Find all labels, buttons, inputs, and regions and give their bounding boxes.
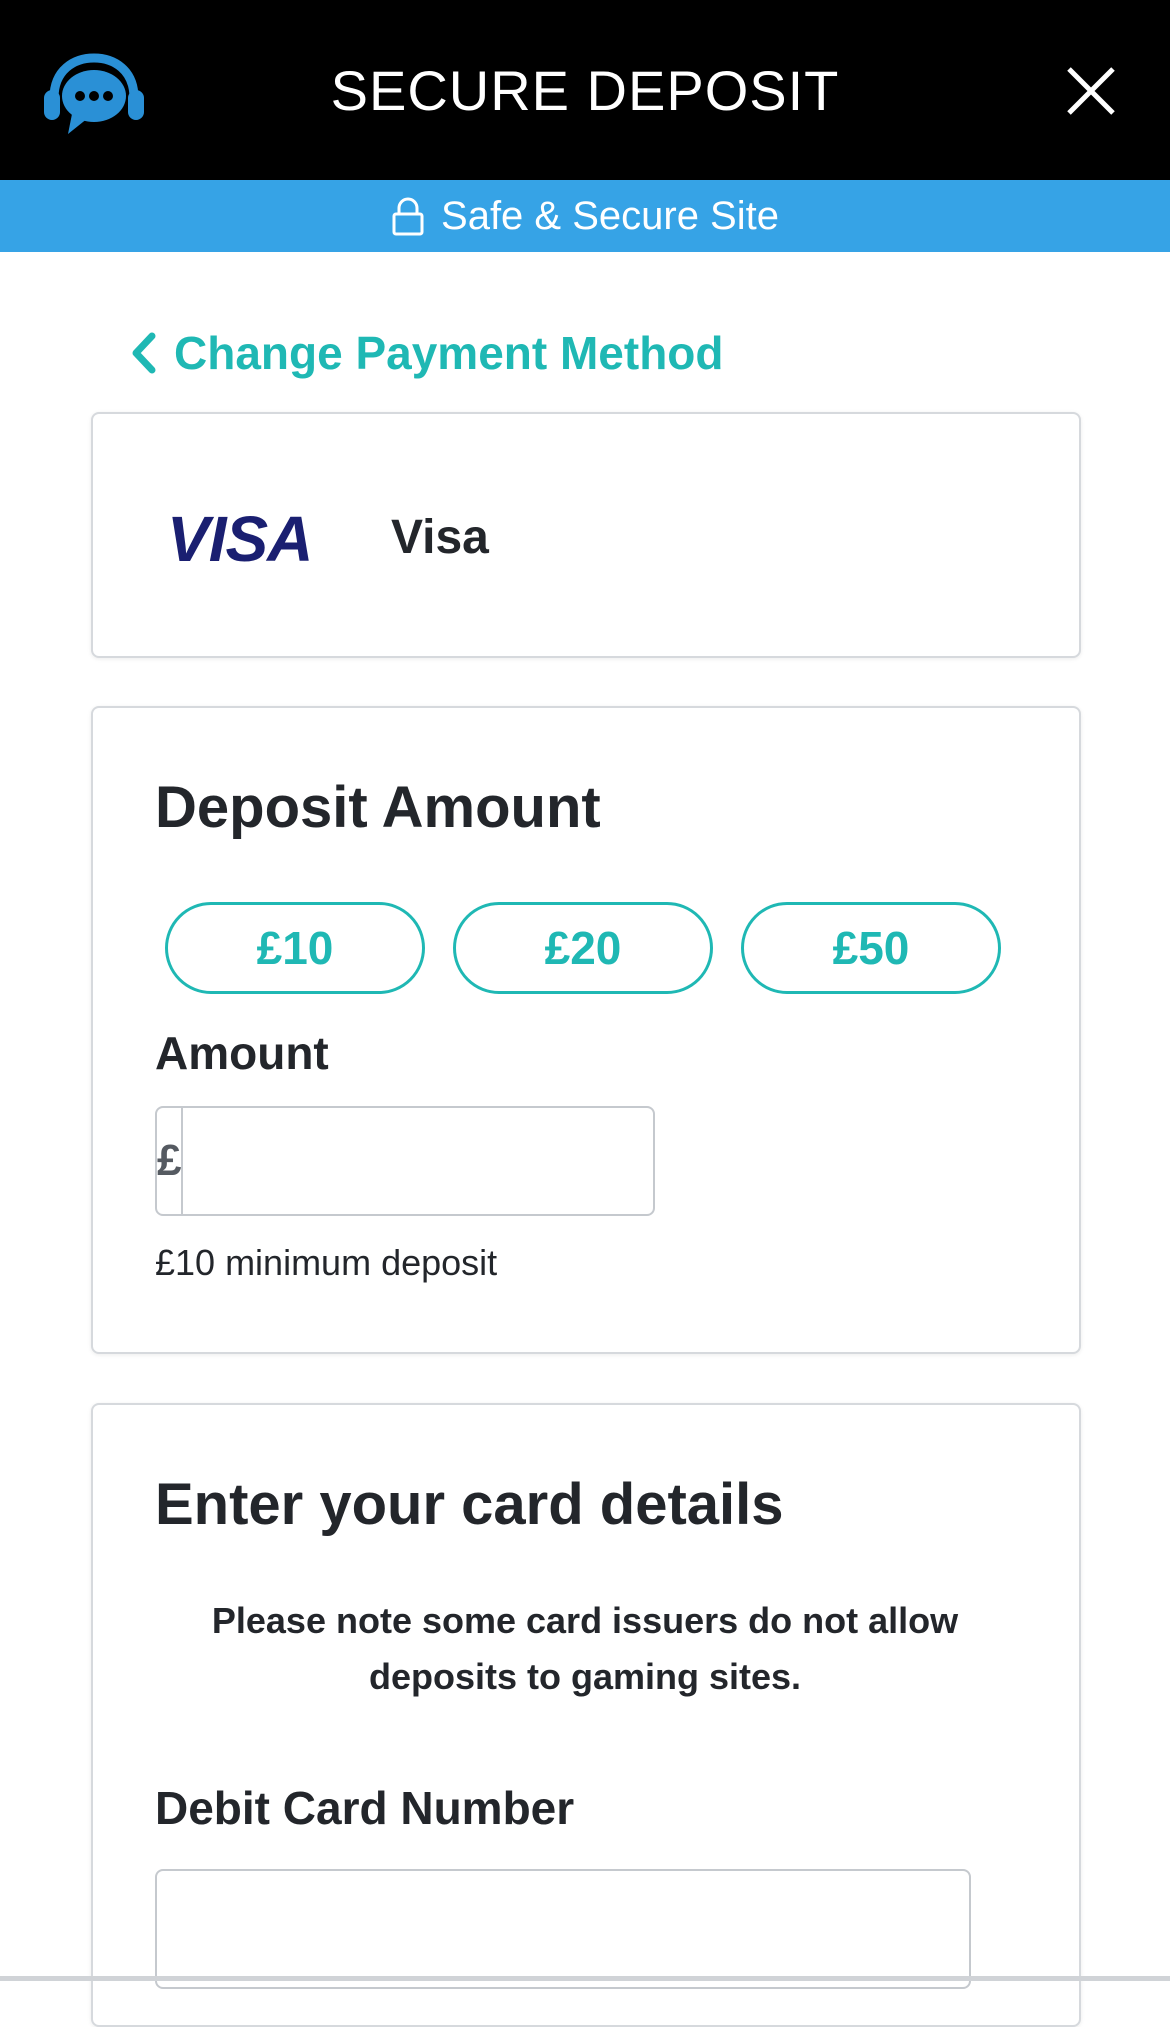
- header-bar: SECURE DEPOSIT: [0, 0, 1170, 180]
- amount-input[interactable]: [183, 1108, 765, 1214]
- amount-label: Amount: [155, 1027, 329, 1079]
- secure-site-text: Safe & Secure Site: [441, 193, 779, 238]
- change-payment-method-label: Change Payment Method: [174, 327, 724, 379]
- card-issuer-note: Please note some card issuers do not all…: [211, 1600, 959, 1697]
- quick-amount-20-button[interactable]: £20: [453, 902, 713, 994]
- currency-prefix: £: [157, 1108, 184, 1214]
- page-title: SECURE DEPOSIT: [330, 59, 840, 122]
- deposit-amount-card: Deposit Amount £10 £20 £50 Amount £ £10 …: [91, 706, 1081, 1354]
- visa-logo: VISA: [167, 503, 313, 575]
- bottom-divider: [0, 1976, 1170, 1981]
- minimum-deposit-hint: £10 minimum deposit: [155, 1242, 498, 1283]
- lock-icon: [392, 197, 424, 236]
- card-details-heading: Enter your card details: [155, 1472, 784, 1537]
- quick-amount-10-button[interactable]: £10: [165, 902, 425, 994]
- chevron-left-icon: [132, 332, 156, 374]
- change-payment-method-link[interactable]: Change Payment Method: [130, 326, 724, 380]
- deposit-amount-heading: Deposit Amount: [155, 775, 601, 840]
- payment-method-card[interactable]: VISA Visa: [91, 412, 1081, 658]
- card-number-input[interactable]: [155, 1869, 971, 1989]
- amount-field-group: £: [155, 1106, 765, 1216]
- secure-site-banner: Safe & Secure Site: [0, 180, 1170, 252]
- quick-amount-50-button[interactable]: £50: [741, 902, 1001, 994]
- card-details-card: Enter your card details Please note some…: [91, 1403, 1081, 2027]
- close-icon[interactable]: [1066, 66, 1116, 116]
- payment-method-name: Visa: [391, 511, 489, 564]
- card-number-label: Debit Card Number: [155, 1782, 575, 1834]
